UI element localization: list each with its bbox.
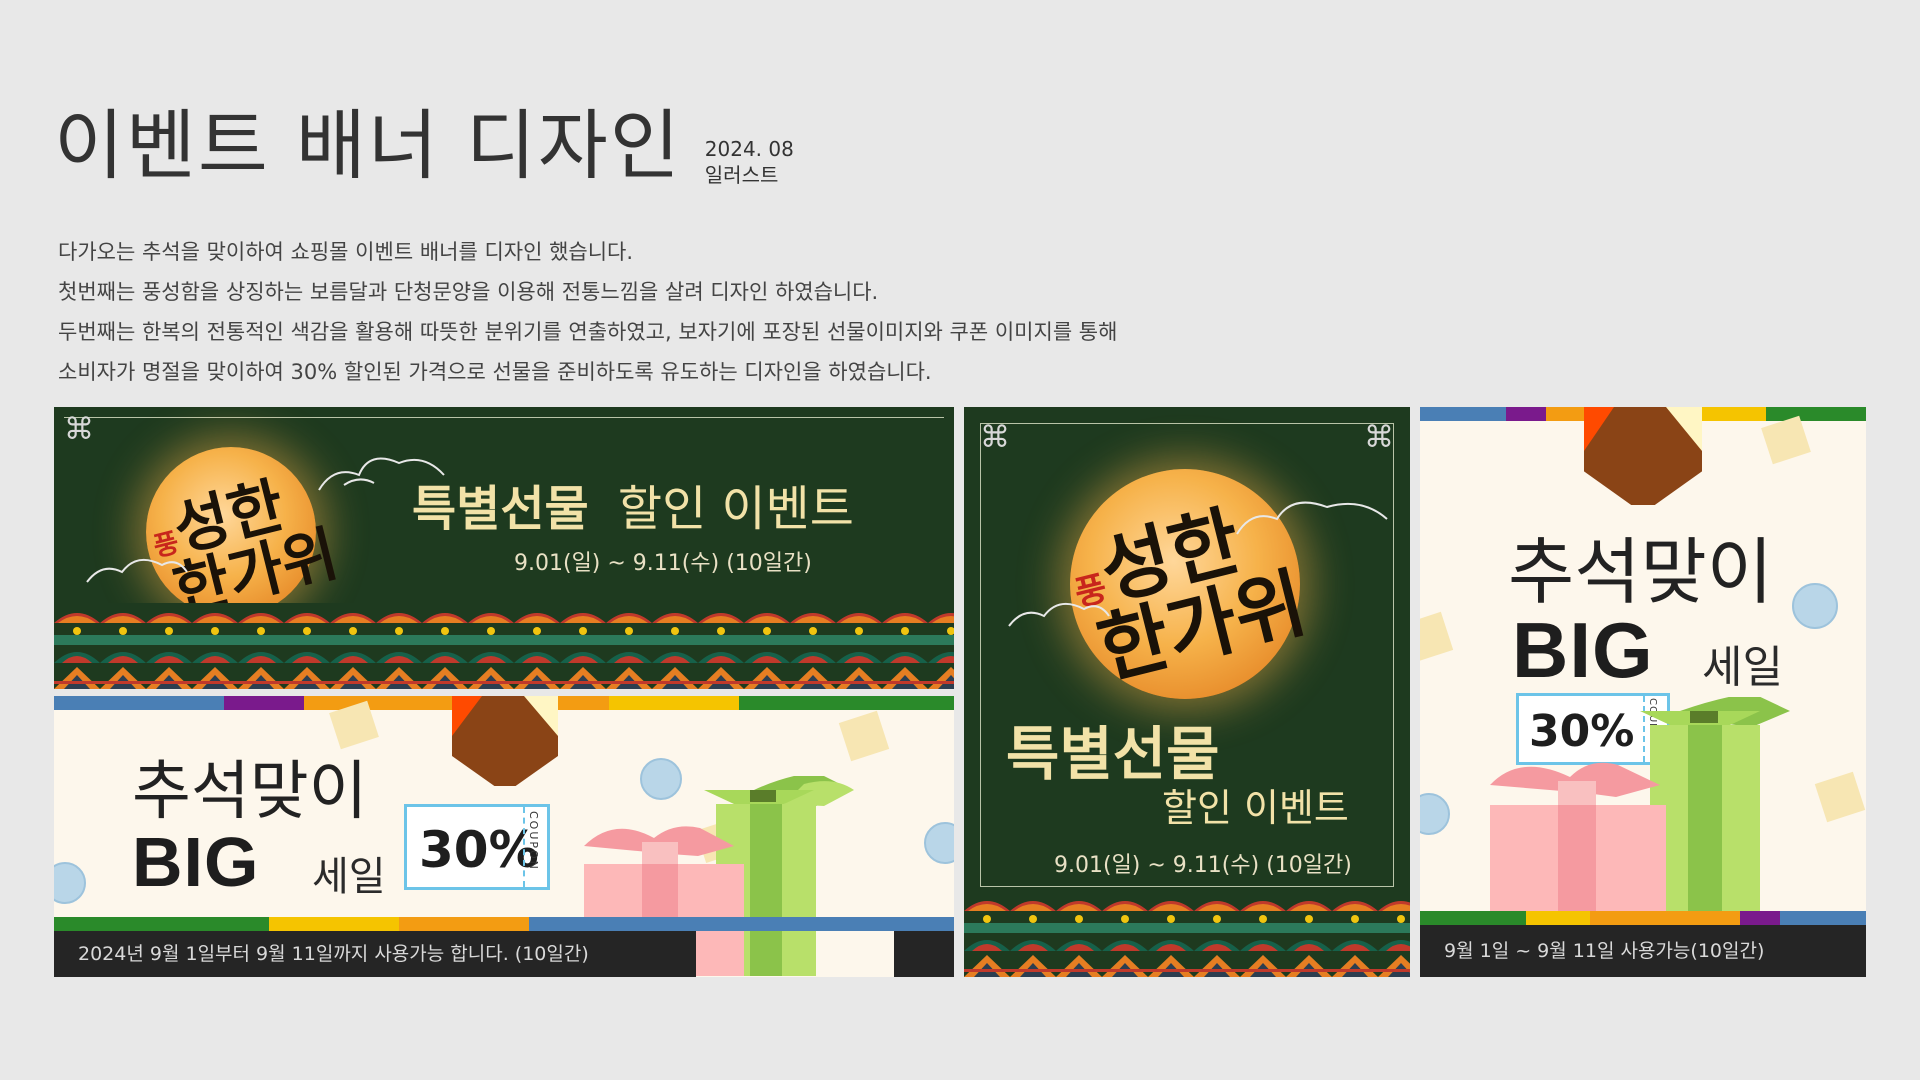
big-text: BIG: [132, 823, 260, 901]
sale-text: 세일: [312, 854, 386, 900]
color-stripe-bottom: [54, 917, 954, 931]
event-date: 9.01(일) ~ 9.11(수) (10일간): [1054, 853, 1352, 878]
ddeok-icon: [1761, 415, 1811, 465]
coupon-percent: 30%: [419, 821, 539, 879]
gift-box-icon: [1490, 697, 1790, 937]
project-date: 2024. 08: [704, 137, 794, 161]
dancheong-pattern: [54, 603, 954, 689]
coupon-icon[interactable]: 30% COUPON: [404, 804, 550, 890]
description-line: 소비자가 명절을 맞이하여 30% 할인된 가격으로 선물을 준비하도록 유도하…: [58, 360, 932, 384]
coin-pattern-icon: [1420, 793, 1450, 835]
coin-pattern-icon: [1792, 583, 1838, 629]
description-line: 첫번째는 풍성함을 상징하는 보름달과 단청문양을 이용해 전통느낌을 살려 디…: [58, 280, 879, 304]
page-title: 이벤트 배너 디자인: [54, 101, 682, 190]
coupon-notice: 9월 1일 ~ 9월 11일 사용가능(10일간): [1420, 925, 1866, 977]
sale-heading: 추석맞이: [132, 755, 368, 829]
banner-moon-tall[interactable]: ⌘ ⌘ 풍성한 한가위 특별선물 할인 이벤트 9.01(일) ~ 9.11(수…: [964, 407, 1410, 977]
traditional-corner-icon: ⌘: [980, 420, 1010, 455]
coin-pattern-icon: [54, 862, 86, 904]
event-title-light: 할인 이벤트: [1162, 786, 1349, 830]
coupon-label: COUPON: [527, 811, 540, 871]
traditional-corner-icon: ⌘: [1364, 420, 1394, 455]
frame-line: [64, 417, 944, 419]
description-line: 두번째는 한복의 전통적인 색감을 활용해 따뜻한 분위기를 연출하였고, 보자…: [58, 320, 1118, 344]
page-header: 이벤트 배너 디자인 2024. 08 일러스트: [54, 108, 794, 188]
event-title: 특별선물 할인 이벤트: [412, 481, 854, 537]
cloud-icon: [1008, 602, 1110, 627]
ddeok-icon: [838, 710, 890, 762]
big-text: BIG: [1512, 606, 1654, 694]
banner-sale-wide[interactable]: 추석맞이 BIG 세일 30% COUPON 2024년 9월 1일부터 9월 …: [54, 696, 954, 977]
sale-heading: 추석맞이: [1508, 530, 1773, 614]
sale-text: 세일: [1702, 642, 1783, 693]
dancheong-pattern: [964, 891, 1410, 977]
coupon-notice: 2024년 9월 1일부터 9월 11일까지 사용가능 합니다. (10일간): [54, 931, 696, 977]
coin-pattern-icon: [924, 822, 954, 864]
event-date: 9.01(일) ~ 9.11(수) (10일간): [514, 551, 812, 576]
cloud-icon: [86, 558, 188, 583]
project-category: 일러스트: [704, 163, 779, 187]
banner-sale-tall[interactable]: 추석맞이 BIG 세일 30% COUPON 9월 1일 ~ 9월 11일 사용…: [1420, 407, 1866, 977]
page-meta: 2024. 08 일러스트: [705, 136, 794, 188]
color-stripe-bottom: [1420, 911, 1866, 925]
traditional-corner-icon: ⌘: [64, 412, 94, 447]
cloud-icon: [1236, 501, 1388, 535]
description: 다가오는 추석을 맞이하여 쇼핑몰 이벤트 배너를 디자인 했습니다. 첫번째는…: [58, 232, 1117, 392]
banner-moon-wide[interactable]: ⌘ 풍성한 한가위 특별선물 할인 이벤트 9.01(일) ~ 9.11(수) …: [54, 407, 954, 689]
ddeok-icon: [1420, 611, 1454, 663]
description-line: 다가오는 추석을 맞이하여 쇼핑몰 이벤트 배너를 디자인 했습니다.: [58, 240, 634, 264]
